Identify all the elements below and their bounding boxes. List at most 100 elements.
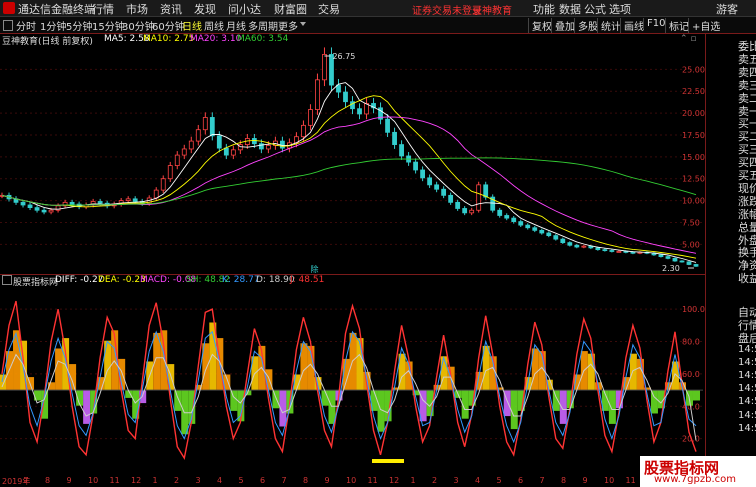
menu-shichang[interactable]: 市场 — [126, 1, 148, 17]
sidebar-toggle-icon[interactable] — [3, 20, 13, 31]
candle-body — [153, 189, 159, 199]
candle-body — [602, 249, 608, 252]
ma-line-ma10 — [1, 95, 697, 259]
candle-body — [504, 215, 510, 219]
date-tick-label: 11 — [367, 476, 378, 485]
main-price-chart[interactable]: 25.00 22.50 20.00 17.50 15.00 12.50 10.00 7.50 5… — [0, 46, 705, 274]
candle-body — [441, 188, 447, 196]
macd-bar — [328, 390, 336, 424]
ma60-label: MA60: 3.54 — [237, 34, 289, 44]
date-tick-label: 8 — [561, 476, 567, 485]
dead-zone-marker — [372, 459, 404, 463]
menu-faxian[interactable]: 发现 — [194, 1, 216, 17]
period-weekly[interactable]: 周线 — [202, 18, 226, 33]
main-chart-infobar: 豆神教育(日线 前复权) MA5: 2.58 MA10: 2.75 MA20: … — [0, 34, 705, 47]
date-tick-label: 1 — [152, 476, 158, 485]
period-fenshi[interactable]: 分时 — [14, 18, 38, 33]
y-tick-label: 17.50 — [682, 131, 705, 140]
macd-bar — [608, 390, 616, 424]
candle-body — [567, 242, 573, 246]
candle-body — [462, 208, 468, 214]
date-tick-label: 9 — [324, 476, 330, 485]
macd-bar — [440, 356, 448, 391]
ind-d: D: 18.90 — [256, 275, 295, 285]
candle-body — [125, 198, 131, 202]
ex-dividend-marker: 除 — [310, 264, 318, 274]
candle-body — [665, 256, 671, 259]
candle-body — [48, 209, 54, 213]
menu-jiaoyi[interactable]: 交易 — [318, 1, 340, 17]
period-multi[interactable]: 多周期 — [246, 18, 280, 33]
candle-body — [658, 254, 664, 258]
user-label[interactable]: 游客 — [716, 1, 738, 17]
candle-body — [34, 207, 40, 211]
chart-expand-icon[interactable]: ⌃ ▫ — [680, 34, 697, 44]
candle-body — [209, 117, 215, 137]
macd-bar — [693, 390, 700, 401]
y-tick-label: 12.50 — [682, 175, 705, 184]
candle-body — [469, 209, 475, 214]
candle-body — [574, 244, 580, 248]
menu-hangqing[interactable]: 行情 — [92, 1, 114, 17]
ind-k: K: 28.77 — [222, 275, 260, 285]
candle-body — [455, 201, 461, 209]
candle-body — [188, 140, 194, 150]
menu-wenxiaoda[interactable]: 问小达 — [228, 1, 261, 17]
candle-body — [616, 250, 622, 253]
indicator-toggle-icon[interactable] — [2, 275, 12, 285]
date-tick-label: 4 — [217, 476, 223, 485]
menu-zixun[interactable]: 资讯 — [160, 1, 182, 17]
candle-body — [343, 91, 348, 103]
period-monthly[interactable]: 月线 — [224, 18, 248, 33]
ma20-label: MA20: 3.10 — [190, 34, 242, 44]
candle-body — [553, 235, 559, 240]
candle-body — [560, 238, 566, 244]
macd-bar — [174, 390, 182, 411]
date-tick-label: 5 — [238, 476, 244, 485]
candle-body — [174, 154, 180, 166]
menu-shuju[interactable]: 数据 — [559, 1, 581, 17]
candle-body — [69, 201, 75, 205]
candle-body — [167, 165, 173, 180]
menu-caifuquan[interactable]: 财富圈 — [274, 1, 307, 17]
menu-gongneng[interactable]: 功能 — [533, 1, 555, 17]
date-tick-label: 6 — [518, 476, 524, 485]
macd-bar — [55, 348, 63, 391]
btn-add-favorite[interactable]: +自选 — [688, 18, 723, 33]
candle-body — [20, 201, 26, 206]
more-chevron-down-icon[interactable] — [300, 22, 306, 26]
candle-body — [97, 201, 103, 204]
period-daily[interactable]: 日线 — [180, 18, 204, 33]
date-tick-label: 7 — [23, 476, 29, 485]
candle-body — [308, 109, 313, 126]
indicator-y-tick: 100.0 — [682, 305, 705, 314]
sidebar-quote-label: 收益 — [738, 272, 756, 286]
y-tick-label: 20.00 — [682, 109, 705, 118]
ind-dea: DEA: -0.23 — [98, 275, 146, 285]
menu-gongshi[interactable]: 公式 — [584, 1, 606, 17]
period-more[interactable]: 更多 — [276, 18, 300, 33]
menu-xuanxiang[interactable]: 选项 — [609, 1, 631, 17]
candle-body — [497, 209, 503, 216]
indicator-chart[interactable]: 100.080.060.040.020.0 — [0, 287, 705, 475]
candle-body — [434, 184, 440, 190]
ind-diff: DIFF: -0.27 — [55, 275, 104, 285]
candle-body — [679, 260, 685, 263]
candle-body — [160, 178, 166, 191]
macd-bar — [181, 390, 189, 435]
date-tick-label: 11 — [109, 476, 120, 485]
candle-body — [420, 169, 426, 179]
date-tick-label: 7 — [281, 476, 287, 485]
candle-body — [265, 145, 271, 150]
date-tick-label: 9 — [66, 476, 72, 485]
macd-bar — [552, 390, 560, 411]
indicator-infobar: 股票指标网 DIFF: -0.27 DEA: -0.23 MACD: -0.08… — [0, 275, 705, 288]
ma-line-ma5 — [1, 82, 697, 263]
macd-bar — [559, 390, 567, 424]
stock-brand-link[interactable]: 豆神教育 — [472, 2, 512, 17]
date-tick-label: 9 — [582, 476, 588, 485]
date-tick-label: 10 — [346, 476, 357, 485]
sidebar-tick-label: 14:56 — [738, 409, 756, 421]
candle-body — [41, 209, 47, 213]
candle-body — [427, 177, 433, 186]
